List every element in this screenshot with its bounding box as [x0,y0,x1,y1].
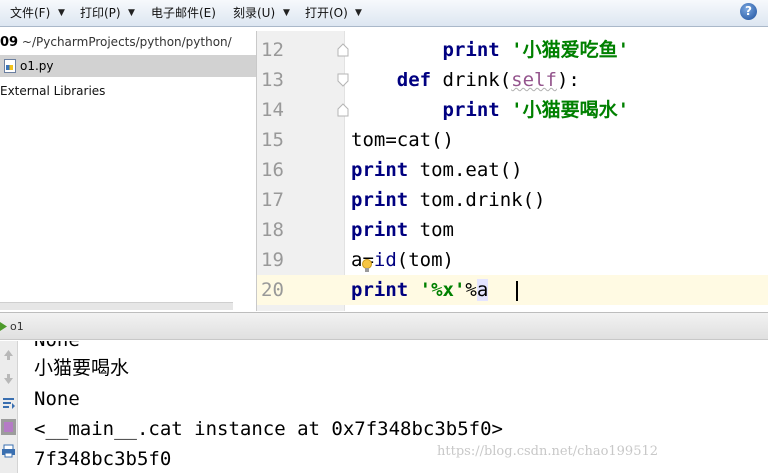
run-icon [0,322,7,331]
up-arrow-icon[interactable] [1,347,16,363]
tree-item-label: o1.py [20,59,54,73]
python-file-icon [4,59,16,73]
line-number: 17 [261,189,284,211]
code-token: print [351,159,409,181]
code-token: tom [408,219,454,241]
console-line: 小猫要喝水 [34,357,130,379]
console-line: <__main__.cat instance at 0x7f348bc3b5f0… [34,418,503,440]
tree-item-o1-py[interactable]: o1.py [0,55,256,77]
code-line[interactable]: 14 print '小猫要喝水' [257,95,768,125]
code-token: print [351,279,409,301]
line-number: 18 [261,219,284,241]
run-toolbar [0,341,18,473]
line-number: 13 [261,69,284,91]
code-token: print [442,39,500,61]
code-text: print '小猫要喝水' [351,95,630,125]
code-token: drink( [431,69,512,91]
menu-open[interactable]: 打开(O) [305,0,348,26]
code-line[interactable]: 12 print '小猫爱吃鱼' [257,35,768,65]
menu-burn-dropdown-icon[interactable]: ▼ [283,0,290,26]
code-text: print '小猫爱吃鱼' [351,35,630,65]
code-text: print tom [351,215,454,245]
fold-end-icon[interactable] [337,43,349,57]
menu-print-dropdown-icon[interactable]: ▼ [128,0,135,26]
code-token: id [373,249,397,271]
project-root-item[interactable]: 09 ~/PycharmProjects/python/python/ [0,32,256,52]
code-token: '小猫爱吃鱼' [511,39,630,61]
project-root-number: 09 [0,35,19,50]
project-tree: 09 ~/PycharmProjects/python/python/ o1.p… [0,28,256,310]
menu-email[interactable]: 电子邮件(E) [151,0,216,26]
code-text: tom=cat() [351,125,454,155]
line-number: 14 [261,99,284,121]
code-line[interactable]: 13 def drink(self): [257,65,768,95]
menu-burn[interactable]: 刻录(U) [233,0,275,26]
print-icon[interactable] [1,443,16,459]
menu-bar: 文件(F) ▼ 打印(P) ▼ 电子邮件(E) 刻录(U) ▼ 打开(O) ▼ … [0,0,768,27]
menu-open-dropdown-icon[interactable]: ▼ [355,0,362,26]
code-token: print [442,99,500,121]
code-token: def [396,69,432,91]
console-line: None [34,388,80,410]
text-caret [516,281,518,301]
lightbulb-icon[interactable] [361,259,373,273]
code-editor[interactable]: 12 print '小猫爱吃鱼' 13 def drink(self): 14 pr… [256,31,768,311]
down-arrow-icon[interactable] [1,371,16,387]
code-text: print tom.eat() [351,155,523,185]
tree-item-external-libraries[interactable]: External Libraries [0,81,105,101]
menu-print[interactable]: 打印(P) [80,0,121,26]
code-token: tom.drink() [408,189,546,211]
project-root-path: ~/PycharmProjects/python/python/ [18,35,232,49]
menu-file-dropdown-icon[interactable]: ▼ [58,0,65,26]
line-number: 19 [261,249,284,271]
line-number: 16 [261,159,284,181]
line-number: 20 [261,279,284,301]
code-text: def drink(self): [351,65,580,95]
code-token: '%x' [419,279,466,301]
console-line: 7f348bc3b5f0 [34,448,172,470]
code-text: print '%x'%a [351,275,489,305]
code-line[interactable]: 16 print tom.eat() [257,155,768,185]
code-token: tom.eat() [408,159,523,181]
code-line[interactable]: 18 print tom [257,215,768,245]
run-tab-label[interactable]: o1 [10,313,24,341]
watermark: https://blog.csdn.net/chao199512 [437,444,659,459]
code-token: % [465,279,477,301]
code-token: print [351,219,409,241]
code-line[interactable]: 17 print tom.drink() [257,185,768,215]
help-icon[interactable]: ? [740,3,757,20]
code-token: print [351,189,409,211]
code-line[interactable]: 20 print '%x'%a [257,275,768,305]
code-text: print tom.drink() [351,185,545,215]
line-number: 12 [261,39,284,61]
code-token: (tom) [396,249,454,271]
code-token: a [476,279,489,301]
line-number: 15 [261,129,284,151]
code-token: tom=cat() [351,129,454,151]
code-line[interactable]: 19 a=id(tom) [257,245,768,275]
code-line[interactable]: 15 tom=cat() [257,125,768,155]
code-token: ): [556,69,580,91]
code-token: self [511,69,557,91]
fold-end-icon[interactable] [337,103,349,117]
run-tool-header: o1 [0,312,768,340]
project-tree-scrollbar[interactable] [0,302,233,310]
scroll-to-end-icon[interactable] [1,419,16,435]
soft-wrap-icon[interactable] [1,395,16,411]
fold-open-icon[interactable] [337,73,349,87]
menu-file[interactable]: 文件(F) [10,0,50,26]
code-token: '小猫要喝水' [511,99,630,121]
